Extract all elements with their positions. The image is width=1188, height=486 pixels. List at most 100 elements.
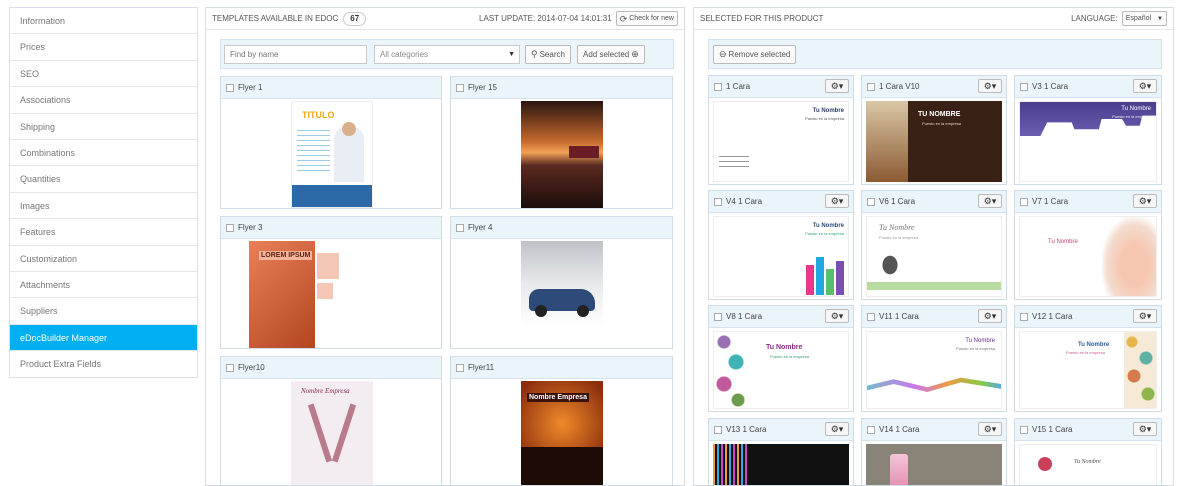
- selected-checkbox[interactable]: [867, 197, 875, 206]
- thumb-title: LOREM IPSUM: [259, 251, 313, 260]
- sidebar-item-combinations[interactable]: Combinations: [10, 139, 197, 167]
- sidebar-item-features[interactable]: Features: [10, 219, 197, 246]
- card-thumbnail: Tu Nombre: [1019, 216, 1157, 297]
- remove-selected-button[interactable]: ⊖ Remove selected: [713, 45, 797, 64]
- sidebar-item-images[interactable]: Images: [10, 192, 197, 220]
- selected-card[interactable]: V11 1 Cara ⚙▾ Tu Nombre Puesto en la emp…: [861, 305, 1007, 412]
- template-card[interactable]: Flyer 3 LOREM IPSUM: [220, 216, 442, 349]
- sidebar-item-associations[interactable]: Associations: [10, 87, 197, 114]
- thumb-title: TITULO: [302, 110, 335, 120]
- card-name: Tu Nombre: [965, 338, 995, 344]
- selected-checkbox[interactable]: [867, 82, 875, 91]
- selected-checkbox[interactable]: [714, 425, 722, 434]
- check-for-new-button[interactable]: ⟳ Check for new: [615, 11, 678, 26]
- selected-card[interactable]: 1 Cara ⚙▾ Tu Nombre Puesto en la empresa: [708, 75, 854, 185]
- card-thumbnail: Tu Nombre Puesto en la empresa: [1019, 331, 1157, 409]
- templates-panel-header: TEMPLATES AVAILABLE IN EDOC 67 LAST UPDA…: [206, 8, 684, 30]
- minus-circle-icon: ⊖: [719, 49, 727, 59]
- template-card[interactable]: Flyer 4: [450, 216, 673, 349]
- template-card-title: Flyer 3: [238, 223, 263, 232]
- gear-dropdown-button[interactable]: ⚙▾: [978, 422, 1002, 436]
- selected-card[interactable]: V14 1 Cara ⚙▾: [861, 418, 1007, 486]
- template-checkbox[interactable]: [456, 223, 464, 232]
- selected-checkbox[interactable]: [714, 312, 722, 321]
- selected-card[interactable]: V7 1 Cara ⚙▾ Tu Nombre: [1014, 190, 1162, 300]
- template-card[interactable]: Flyer10 Nombre Empresa: [220, 356, 442, 486]
- sidebar-item-edocbuilder-manager[interactable]: eDocBuilder Manager: [10, 324, 197, 352]
- plus-circle-icon: ⊕: [631, 49, 639, 59]
- template-thumbnail: Nombre Empresa: [521, 381, 603, 485]
- template-card-title: Flyer 4: [468, 223, 493, 232]
- selected-checkbox[interactable]: [867, 312, 875, 321]
- add-selected-button[interactable]: Add selected ⊕: [577, 45, 645, 64]
- gear-dropdown-button[interactable]: ⚙▾: [825, 422, 849, 436]
- gear-dropdown-button[interactable]: ⚙▾: [1133, 422, 1157, 436]
- search-button[interactable]: ⚲ Search: [525, 45, 571, 64]
- selected-card-title: V15 1 Cara: [1032, 425, 1073, 434]
- selected-checkbox[interactable]: [867, 425, 875, 434]
- template-card[interactable]: Flyer 15: [450, 76, 673, 209]
- selected-card[interactable]: V6 1 Cara ⚙▾ Tu Nombre Puesto en la empr…: [861, 190, 1007, 300]
- sidebar-item-attachments[interactable]: Attachments: [10, 271, 197, 299]
- chevron-down-icon: ▼: [1157, 15, 1163, 22]
- template-checkbox[interactable]: [226, 223, 234, 232]
- selected-checkbox[interactable]: [1020, 312, 1028, 321]
- card-name: TU NOMBRE: [918, 111, 961, 118]
- gear-dropdown-button[interactable]: ⚙▾: [978, 79, 1002, 93]
- selected-card[interactable]: V8 1 Cara ⚙▾ Tu Nombre Puesto en la empr…: [708, 305, 854, 412]
- sidebar-item-product-extra-fields[interactable]: Product Extra Fields: [10, 351, 197, 378]
- template-thumbnail: Nombre Empresa: [291, 381, 373, 485]
- selected-card-title: V7 1 Cara: [1032, 197, 1069, 206]
- template-checkbox[interactable]: [456, 83, 464, 92]
- sidebar-item-customization[interactable]: Customization: [10, 245, 197, 272]
- category-select[interactable]: All categories ▼: [374, 45, 520, 64]
- sidebar-item-quantities[interactable]: Quantities: [10, 166, 197, 193]
- selected-checkbox[interactable]: [1020, 425, 1028, 434]
- template-checkbox[interactable]: [456, 363, 464, 372]
- sidebar-item-suppliers[interactable]: Suppliers: [10, 298, 197, 325]
- language-select[interactable]: Español ▼: [1121, 11, 1167, 26]
- template-card-header: Flyer 15: [451, 77, 672, 99]
- selected-card[interactable]: V13 1 Cara ⚙▾: [708, 418, 854, 486]
- thumb-title: Nombre Empresa: [527, 393, 589, 402]
- card-name: Tu Nombre: [1121, 106, 1151, 112]
- selected-checkbox[interactable]: [1020, 197, 1028, 206]
- template-card-header: Flyer10: [221, 357, 441, 379]
- card-thumbnail: [866, 444, 1002, 485]
- gear-dropdown-button[interactable]: ⚙▾: [1133, 194, 1157, 208]
- selected-checkbox[interactable]: [1020, 82, 1028, 91]
- template-search-input[interactable]: [224, 45, 367, 64]
- selected-card-title: V11 1 Cara: [879, 312, 919, 321]
- gear-dropdown-button[interactable]: ⚙▾: [1133, 79, 1157, 93]
- selected-checkbox[interactable]: [714, 197, 722, 206]
- card-sub: Puesto en la empresa: [1066, 350, 1105, 355]
- card-sub: Puesto en la empresa: [805, 116, 844, 121]
- card-thumbnail: Tu Nombre Puesto en la empresa: [713, 216, 849, 297]
- selected-card[interactable]: V3 1 Cara ⚙▾ Tu Nombre Puesto en la empr…: [1014, 75, 1162, 185]
- selected-card[interactable]: V15 1 Cara ⚙▾ Tu Nombre: [1014, 418, 1162, 486]
- template-card[interactable]: Flyer11 Nombre Empresa: [450, 356, 673, 486]
- gear-dropdown-button[interactable]: ⚙▾: [978, 194, 1002, 208]
- selected-card[interactable]: V4 1 Cara ⚙▾ Tu Nombre Puesto en la empr…: [708, 190, 854, 300]
- gear-dropdown-button[interactable]: ⚙▾: [1133, 309, 1157, 323]
- sidebar-item-seo[interactable]: SEO: [10, 60, 197, 88]
- card-sub: Puesto en la empresa: [879, 235, 918, 240]
- card-name: Tu Nombre: [1048, 239, 1078, 245]
- remove-selected-label: Remove selected: [728, 50, 791, 59]
- templates-title: TEMPLATES AVAILABLE IN EDOC: [212, 13, 339, 23]
- gear-dropdown-button[interactable]: ⚙▾: [825, 309, 849, 323]
- gear-dropdown-button[interactable]: ⚙▾: [825, 194, 849, 208]
- sidebar-item-information[interactable]: Information: [10, 8, 197, 35]
- gear-icon: ⚙▾: [1138, 311, 1152, 321]
- template-checkbox[interactable]: [226, 83, 234, 92]
- template-card[interactable]: Flyer 1 TITULO: [220, 76, 442, 209]
- gear-dropdown-button[interactable]: ⚙▾: [978, 309, 1002, 323]
- selected-checkbox[interactable]: [714, 82, 722, 91]
- card-sub: Puesto en la empresa: [805, 231, 844, 236]
- template-checkbox[interactable]: [226, 363, 234, 372]
- selected-card[interactable]: 1 Cara V10 ⚙▾ TU NOMBRE Puesto en la emp…: [861, 75, 1007, 185]
- gear-dropdown-button[interactable]: ⚙▾: [825, 79, 849, 93]
- sidebar-item-prices[interactable]: Prices: [10, 34, 197, 61]
- selected-card[interactable]: V12 1 Cara ⚙▾ Tu Nombre Puesto en la emp…: [1014, 305, 1162, 412]
- sidebar-item-shipping[interactable]: Shipping: [10, 113, 197, 140]
